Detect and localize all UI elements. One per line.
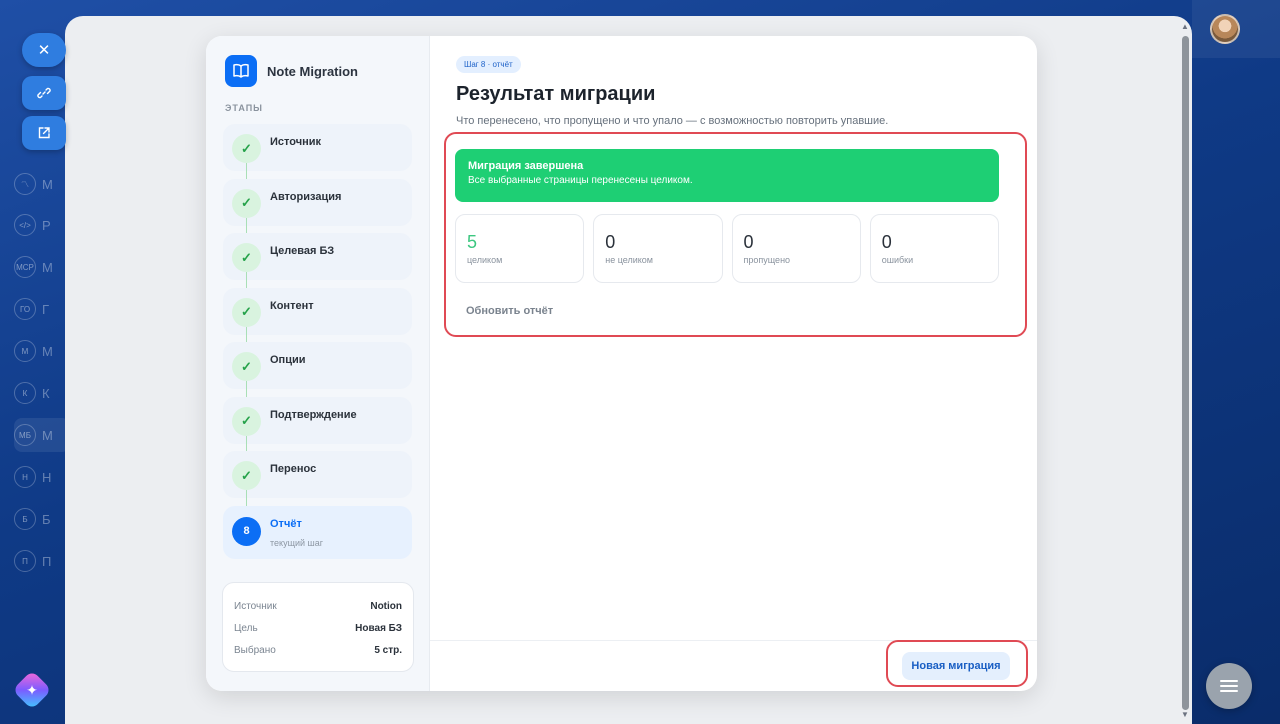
check-icon: ✓ — [232, 461, 261, 490]
new-migration-button[interactable]: Новая миграция — [902, 652, 1010, 680]
step-label: Отчёт — [270, 517, 302, 530]
bg-nav-item: ББ — [14, 502, 70, 536]
step-label: Авторизация — [270, 190, 342, 203]
step-badge: Шаг 8 · отчёт — [456, 56, 521, 73]
step-label: Целевая БЗ — [270, 245, 335, 257]
app-title: Note Migration — [267, 63, 358, 79]
external-link-icon — [38, 127, 50, 139]
stages-label: ЭТАПЫ — [225, 103, 263, 113]
scroll-down-icon[interactable]: ▼ — [1181, 710, 1189, 719]
brand: Note Migration — [225, 53, 412, 89]
summary-row: Цель Новая БЗ — [234, 622, 402, 634]
refresh-report-button[interactable]: Обновить отчёт — [457, 301, 562, 321]
step-source[interactable]: ✓ Источник — [223, 124, 412, 179]
step-connector — [246, 435, 247, 452]
check-icon: ✓ — [232, 243, 261, 272]
wizard-sidebar: Note Migration ЭТАПЫ ✓ Источник ✓ Автори… — [206, 36, 430, 691]
migration-dialog: Note Migration ЭТАПЫ ✓ Источник ✓ Автори… — [206, 36, 1037, 691]
bg-nav-item: ПП — [14, 544, 70, 578]
assistant-icon[interactable] — [12, 670, 52, 710]
step-transfer[interactable]: ✓ Перенос — [223, 451, 412, 506]
step-content[interactable]: ✓ Контент — [223, 287, 412, 343]
check-icon: ✓ — [232, 188, 261, 218]
scrollbar[interactable]: ▲ ▼ — [1180, 22, 1190, 722]
step-report[interactable]: 8 Отчёт текущий шаг — [223, 505, 412, 559]
check-icon: ✓ — [232, 297, 261, 327]
step-connector — [246, 163, 247, 179]
stat-value: 5 — [467, 232, 478, 252]
scrollbar-thumb[interactable] — [1182, 36, 1189, 710]
step-label: Источник — [270, 136, 322, 148]
step-label: Контент — [270, 299, 314, 312]
bg-nav-item: МБ М — [14, 418, 70, 452]
avatar[interactable] — [1210, 14, 1240, 44]
steps-list: ✓ Источник ✓ Авторизация ✓ Целевая БЗ ✓ … — [223, 124, 412, 559]
scroll-up-icon[interactable]: ▲ — [1181, 22, 1189, 31]
step-options[interactable]: ✓ Опции — [223, 342, 412, 397]
copy-link-button[interactable] — [22, 76, 66, 110]
stat-label: целиком — [467, 255, 503, 265]
stat-card-full: 5 целиком — [455, 214, 585, 283]
step-number: 8 — [232, 516, 261, 546]
stat-value: 0 — [605, 232, 616, 252]
step-auth[interactable]: ✓ Авторизация — [223, 178, 412, 234]
bg-nav-item: MCP М — [14, 250, 70, 284]
bg-nav-item: ММ — [14, 334, 70, 368]
bg-nav-item: 〽 М — [14, 167, 70, 201]
step-label: Подтверждение — [270, 408, 357, 421]
step-connector — [246, 490, 247, 506]
stats-row: 5 целиком 0 не целиком 0 пропущено 0 оши… — [455, 214, 999, 283]
stat-value: 0 — [881, 232, 892, 252]
summary-row: Источник Notion — [234, 600, 402, 612]
stat-card-partial: 0 не целиком — [593, 214, 723, 283]
close-button[interactable]: ✕ — [22, 33, 66, 67]
bg-nav-item: КК — [14, 376, 70, 410]
step-confirm[interactable]: ✓ Подтверждение — [223, 396, 412, 452]
stat-label: не целиком — [605, 255, 653, 265]
stat-label: пропущено — [743, 255, 791, 265]
menu-button[interactable] — [1206, 663, 1252, 709]
bg-nav-item: </> Р — [14, 208, 70, 242]
check-icon: ✓ — [232, 134, 261, 163]
migration-summary: Источник Notion Цель Новая БЗ Выбрано 5 стр… — [222, 582, 414, 672]
check-icon: ✓ — [232, 406, 261, 436]
report-panel: Шаг 8 · отчёт Результат миграции Что пер… — [430, 36, 1037, 691]
stat-label: ошибки — [881, 255, 914, 265]
step-connector — [246, 272, 247, 288]
success-banner: Миграция завершена Все выбранные страниц… — [455, 149, 999, 202]
stat-card-skipped: 0 пропущено — [731, 214, 861, 283]
step-connector — [246, 381, 247, 397]
step-label: Опции — [270, 354, 306, 366]
page-description: Что перенесено, что пропущено и что упал… — [456, 115, 889, 127]
close-icon: ✕ — [37, 42, 51, 59]
open-new-window-button[interactable] — [22, 116, 66, 150]
step-connector — [246, 217, 247, 234]
success-title: Миграция завершена — [468, 160, 584, 172]
summary-row: Выбрано 5 стр. — [234, 644, 402, 656]
step-connector — [246, 326, 247, 343]
link-icon — [37, 87, 51, 99]
bg-nav-item: ГО Г — [14, 292, 70, 326]
bg-nav-item: НН — [14, 460, 70, 494]
bg-nav-icon: 〽 — [14, 173, 36, 195]
step-sublabel: текущий шаг — [270, 537, 324, 548]
check-icon: ✓ — [232, 352, 261, 381]
step-label: Перенос — [270, 463, 317, 475]
book-icon — [225, 55, 257, 87]
stat-card-errors: 0 ошибки — [869, 214, 999, 283]
page-title: Результат миграции — [456, 83, 656, 105]
step-target[interactable]: ✓ Целевая БЗ — [223, 233, 412, 288]
code-icon: </> — [14, 214, 36, 236]
stat-value: 0 — [743, 232, 754, 252]
list-icon — [1220, 680, 1238, 692]
success-text: Все выбранные страницы перенесены целико… — [468, 175, 693, 186]
